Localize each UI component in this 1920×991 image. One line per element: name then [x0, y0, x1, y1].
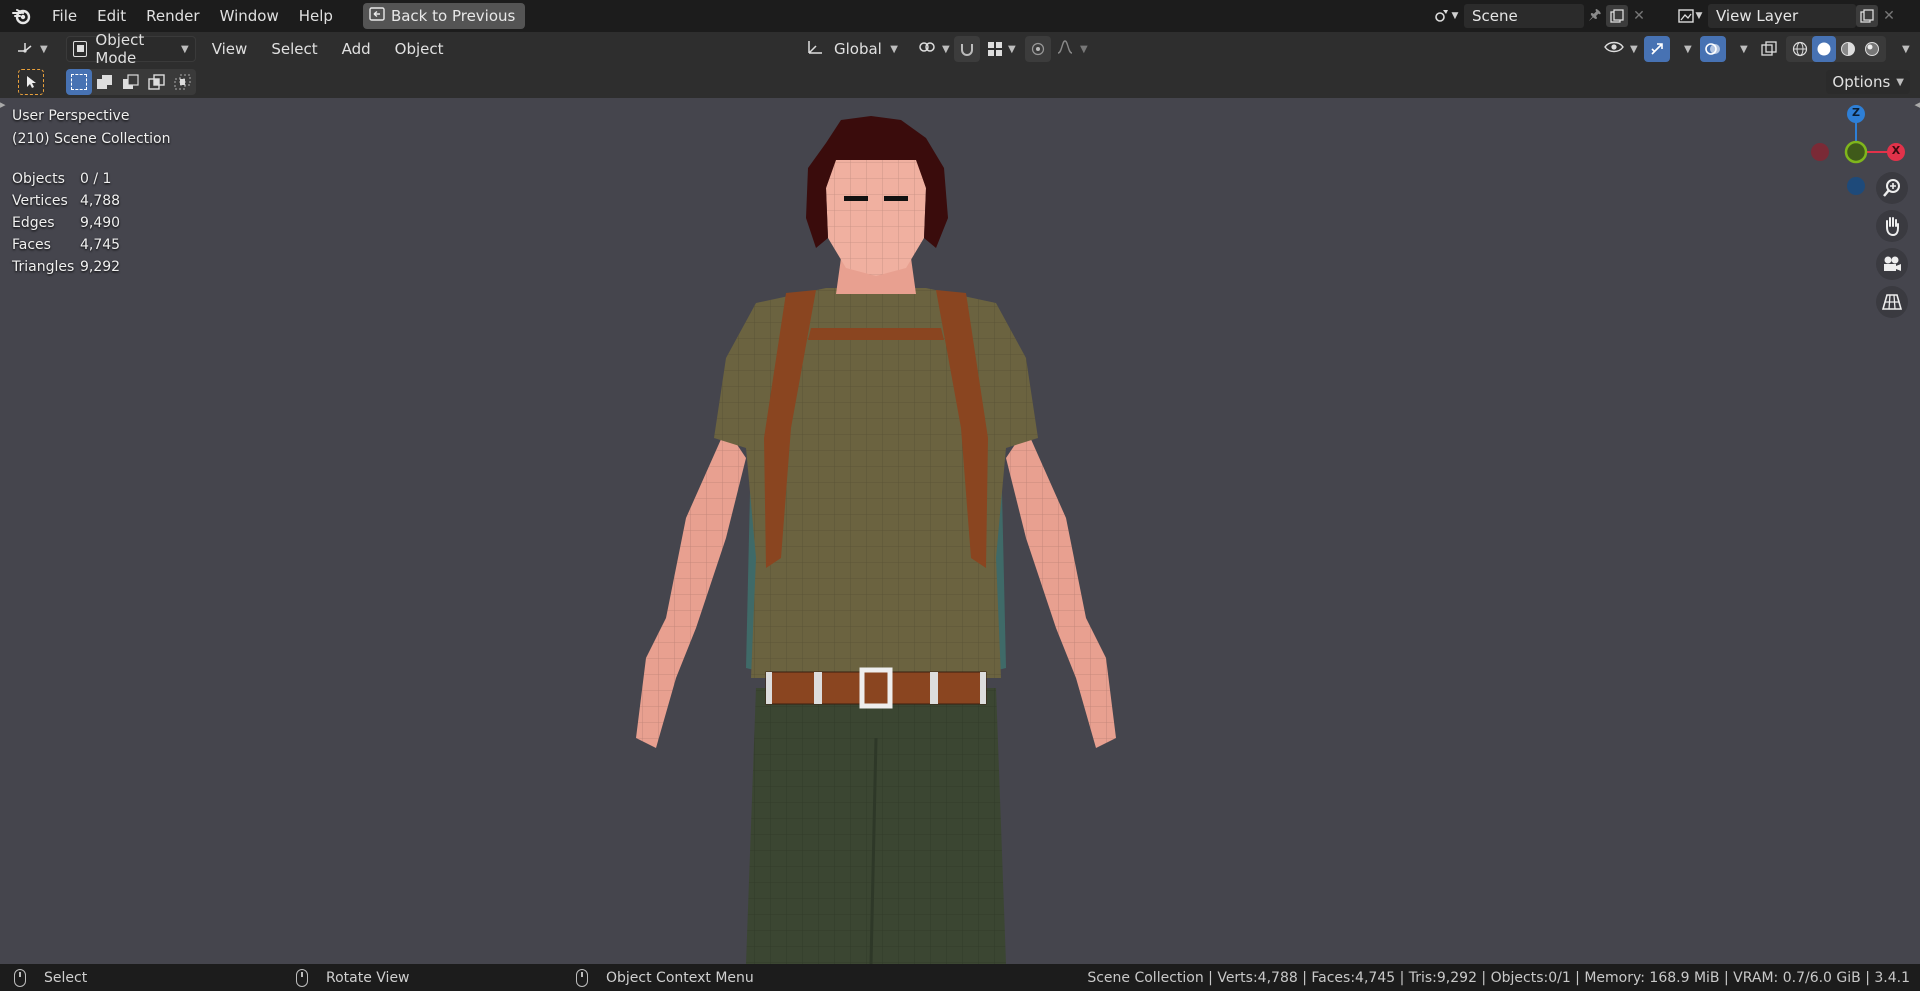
- menu-help[interactable]: Help: [289, 2, 343, 30]
- options-label: Options: [1832, 73, 1891, 91]
- remove-view-layer-icon[interactable]: ✕: [1878, 5, 1900, 27]
- menu-render[interactable]: Render: [136, 2, 209, 30]
- select-new-icon[interactable]: [66, 69, 92, 95]
- stat-row-triangles: Triangles 9,292: [12, 259, 121, 275]
- snap-target-dropdown[interactable]: ▼: [982, 36, 1022, 62]
- object-mode-label: Object Mode: [95, 31, 145, 67]
- back-icon: [369, 3, 385, 29]
- select-subtract-icon[interactable]: [118, 69, 144, 95]
- pan-hand-icon[interactable]: [1876, 210, 1908, 242]
- hint-rotate-label: Rotate View: [326, 969, 410, 986]
- selection-mode-group: [66, 69, 196, 95]
- material-shading-icon[interactable]: [1836, 36, 1860, 62]
- stat-row-objects: Objects 0 / 1: [12, 171, 112, 187]
- stat-row-vertices: Vertices 4,788: [12, 193, 121, 209]
- menu-file[interactable]: File: [42, 2, 87, 30]
- select-invert-icon[interactable]: [144, 69, 170, 95]
- gizmo-dropdown[interactable]: ▼: [1672, 36, 1698, 62]
- wireframe-shading-icon[interactable]: [1788, 36, 1812, 62]
- gizmo-toggle-icon[interactable]: [1644, 36, 1670, 62]
- object-mode-icon: [72, 41, 88, 57]
- new-scene-icon[interactable]: [1606, 5, 1628, 27]
- object-mode-dropdown[interactable]: Object Mode ▼: [65, 31, 196, 67]
- toolbar-collapse-arrow-icon[interactable]: ▸: [0, 98, 6, 111]
- overlays-dropdown[interactable]: ▼: [1728, 36, 1754, 62]
- shading-mode-group: [1786, 36, 1886, 62]
- view-layer-type-icon[interactable]: ▼: [1672, 5, 1708, 27]
- remove-scene-icon[interactable]: ✕: [1628, 5, 1650, 27]
- snap-toggle-icon[interactable]: [954, 36, 980, 62]
- menu-object[interactable]: Object: [389, 36, 450, 62]
- menu-add[interactable]: Add: [336, 36, 377, 62]
- menu-edit[interactable]: Edit: [87, 2, 136, 30]
- eye-icon: [1604, 40, 1624, 58]
- viewport-header: ▼ Object Mode ▼ View Select Add Object Gl…: [0, 31, 1920, 67]
- proportional-editing-icon[interactable]: [1025, 36, 1051, 62]
- gizmo-x-label: X: [1891, 144, 1901, 157]
- xray-toggle-icon[interactable]: [1756, 36, 1782, 62]
- scene-selector: ▼ Scene 🖈 ✕: [1428, 3, 1650, 29]
- view-perspective-label: User Perspective: [12, 108, 130, 124]
- new-view-layer-icon[interactable]: [1856, 5, 1878, 27]
- pin-icon[interactable]: 🖈: [1584, 5, 1606, 27]
- snap-grid-icon: [988, 42, 1002, 56]
- hint-context-label: Object Context Menu: [606, 969, 754, 986]
- select-extend-icon[interactable]: [92, 69, 118, 95]
- shading-dropdown[interactable]: ▼: [1890, 36, 1916, 62]
- mouse-middle-icon: [296, 968, 308, 987]
- 3d-viewport[interactable]: ▸ ◂ User Perspective (210) Scene Collect…: [0, 98, 1920, 964]
- back-to-previous-button[interactable]: Back to Previous: [362, 3, 526, 29]
- falloff-dropdown[interactable]: ▼: [1050, 36, 1094, 62]
- character-model[interactable]: [626, 98, 1146, 964]
- mouse-left-icon: [14, 968, 26, 987]
- stat-row-faces: Faces 4,745: [12, 237, 121, 253]
- mouse-right-icon: [576, 968, 588, 987]
- view-layer-selector: ▼ View Layer ✕: [1672, 3, 1900, 29]
- collection-label: (210) Scene Collection: [12, 131, 171, 147]
- visibility-dropdown[interactable]: ▼: [1598, 36, 1644, 62]
- gizmo-z-label: Z: [1852, 106, 1860, 119]
- blender-logo-icon[interactable]: [10, 5, 34, 27]
- menu-view[interactable]: View: [206, 36, 254, 62]
- options-dropdown[interactable]: Options ▼: [1826, 70, 1910, 94]
- view-layer-name-field[interactable]: View Layer: [1708, 4, 1856, 28]
- hint-rotate: Rotate View: [296, 968, 410, 987]
- scene-name-field[interactable]: Scene: [1464, 4, 1584, 28]
- tool-header: Options ▼: [0, 66, 1920, 98]
- zoom-icon[interactable]: [1876, 172, 1908, 204]
- rendered-shading-icon[interactable]: [1860, 36, 1884, 62]
- editor-type-dropdown[interactable]: ▼: [10, 36, 54, 62]
- hint-context-menu: Object Context Menu: [576, 968, 754, 987]
- menu-window[interactable]: Window: [210, 2, 289, 30]
- scene-info: Scene Collection | Verts:4,788 | Faces:4…: [1087, 969, 1910, 986]
- top-menu-bar: File Edit Render Window Help Back to Pre…: [0, 0, 1920, 32]
- back-to-previous-label: Back to Previous: [390, 7, 516, 25]
- orientation-icon: [806, 39, 824, 59]
- falloff-curve-icon: [1056, 39, 1074, 59]
- viewport-3d-icon: [16, 39, 34, 59]
- hint-select: Select: [14, 968, 88, 987]
- sidebar-collapse-arrow-icon[interactable]: ◂: [1914, 98, 1920, 111]
- camera-view-icon[interactable]: [1876, 248, 1908, 280]
- overlays-toggle-icon[interactable]: [1700, 36, 1726, 62]
- select-intersect-icon[interactable]: [170, 69, 196, 95]
- transform-orientation-dropdown[interactable]: Global ▼: [800, 36, 904, 62]
- solid-shading-icon[interactable]: [1812, 36, 1836, 62]
- pivot-icon: [918, 39, 936, 59]
- orientation-label: Global: [834, 40, 882, 58]
- menu-select[interactable]: Select: [265, 36, 323, 62]
- stat-row-edges: Edges 9,490: [12, 215, 121, 231]
- pivot-point-dropdown[interactable]: ▼: [912, 36, 956, 62]
- hint-select-label: Select: [44, 969, 88, 986]
- scene-type-icon[interactable]: ▼: [1428, 5, 1464, 27]
- select-tool-icon[interactable]: [18, 69, 44, 95]
- ortho-grid-icon[interactable]: [1876, 286, 1908, 318]
- status-bar: Select Rotate View Object Context Menu S…: [0, 964, 1920, 991]
- scene-statistics: Objects 0 / 1 Vertices 4,788 Edges 9,490 Fa…: [12, 168, 120, 278]
